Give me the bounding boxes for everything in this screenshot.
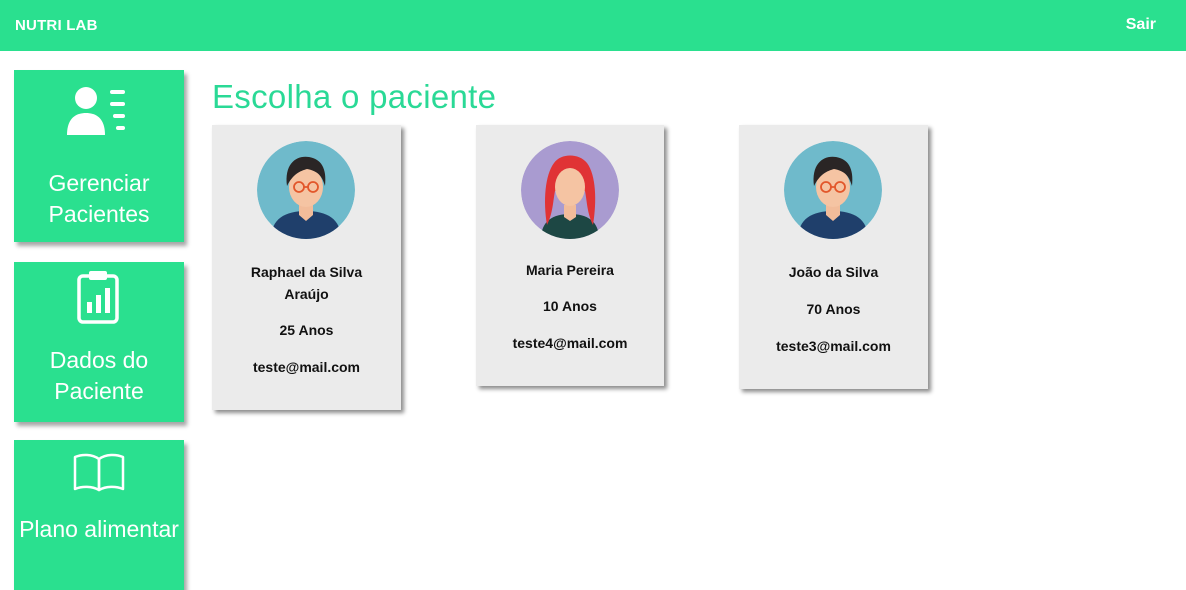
patient-card[interactable]: João da Silva 70 Anos teste3@mail.com: [739, 125, 928, 389]
meal-plan-label: Plano alimentar: [19, 516, 179, 542]
patient-data-button[interactable]: Dados do Paciente: [14, 262, 184, 422]
patient-email: teste4@mail.com: [512, 335, 628, 351]
manage-patients-button[interactable]: Gerenciar Pacientes: [14, 70, 184, 242]
patient-email: teste3@mail.com: [776, 338, 891, 354]
patient-data-label: Dados do Paciente: [49, 347, 149, 404]
top-navbar: NUTRI LAB Sair: [0, 0, 1186, 51]
brand-logo-text[interactable]: NUTRI LAB: [15, 17, 98, 34]
patient-card[interactable]: Raphael da Silva Araújo 25 Anos teste@ma…: [212, 125, 401, 410]
user-list-icon: [14, 85, 184, 137]
meal-plan-button[interactable]: Plano alimentar: [14, 440, 184, 590]
male-avatar-icon: [257, 141, 355, 239]
patient-age: 70 Anos: [806, 301, 861, 317]
patient-name: João da Silva: [788, 264, 879, 280]
clipboard-chart-icon: [14, 270, 184, 324]
patient-card[interactable]: Maria Pereira 10 Anos teste4@mail.com: [476, 125, 664, 386]
patient-email: teste@mail.com: [252, 359, 361, 375]
female-avatar-icon: [521, 141, 619, 239]
manage-patients-label: Gerenciar Pacientes: [48, 170, 150, 227]
male-avatar-icon: [784, 141, 882, 239]
open-book-icon: [14, 452, 184, 492]
page-title: Escolha o paciente: [212, 78, 497, 115]
patient-name: Maria Pereira: [526, 262, 614, 278]
patient-age: 10 Anos: [543, 298, 597, 314]
logout-link[interactable]: Sair: [1126, 16, 1156, 34]
patient-age: 25 Anos: [279, 322, 334, 338]
patient-name: Raphael da Silva Araújo: [250, 264, 363, 302]
